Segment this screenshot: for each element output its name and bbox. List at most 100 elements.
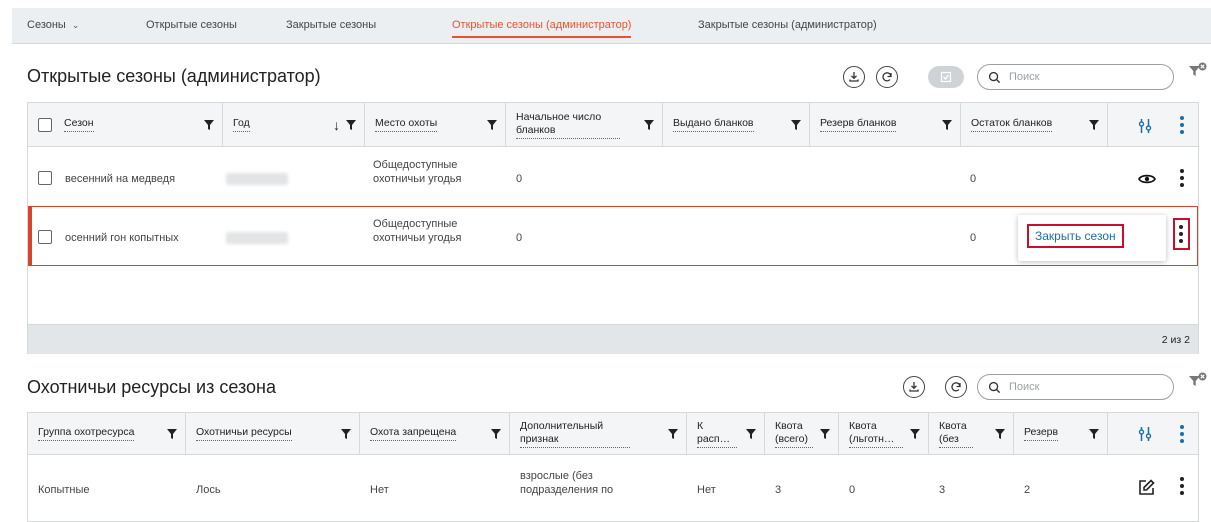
filter-icon[interactable]: [1089, 119, 1099, 130]
seasons-panel-title: Открытые сезоны (администратор): [27, 66, 321, 86]
filter-icon[interactable]: [820, 428, 830, 439]
tab-open-seasons-admin[interactable]: Открытые сезоны (администратор): [452, 8, 632, 44]
filter-icon[interactable]: [487, 119, 497, 130]
check-icon: [940, 71, 952, 83]
filter-icon[interactable]: [1089, 428, 1099, 439]
cell-place: Общедоступные охотничьи угодья: [373, 159, 462, 185]
col-season-label: Сезон: [64, 117, 94, 132]
filter-icon[interactable]: [341, 428, 351, 439]
cell-place: Общедоступные охотничьи угодья: [373, 218, 462, 244]
cell-season: осенний гон копытных: [65, 232, 179, 244]
row-checkbox[interactable]: [38, 171, 52, 185]
filter-clear-icon[interactable]: [1188, 372, 1208, 390]
row-checkbox[interactable]: [38, 230, 52, 244]
filter-icon[interactable]: [746, 428, 756, 439]
filter-icon[interactable]: [346, 119, 356, 130]
refresh-button[interactable]: [876, 66, 898, 88]
resources-search[interactable]: [977, 374, 1174, 400]
cell-quota-without: 3: [939, 484, 946, 496]
download-icon: [849, 72, 859, 82]
col-to-distribute-label: К расп…: [697, 420, 737, 448]
col-issued-blanks-label: Выдано бланков: [673, 117, 754, 132]
pagination-count: 2 из 2: [1161, 334, 1190, 346]
col-year[interactable]: Год ↓: [223, 103, 365, 146]
col-place[interactable]: Место охоты: [365, 103, 506, 146]
col-extra-attribute-label: Дополнительный признак: [520, 420, 630, 448]
col-season[interactable]: Сезон: [28, 103, 223, 146]
col-remaining-blanks[interactable]: Остаток бланков: [961, 103, 1108, 146]
cell-to-distribute: Нет: [697, 484, 716, 496]
filter-icon[interactable]: [942, 119, 952, 130]
more-vert-icon[interactable]: [1180, 477, 1184, 495]
filter-icon[interactable]: [644, 119, 654, 130]
more-vert-icon[interactable]: [1180, 169, 1184, 187]
filter-icon[interactable]: [910, 428, 920, 439]
cell-year-blurred: [226, 232, 288, 244]
cell-resource-group: Копытные: [38, 484, 90, 496]
refresh-icon: [882, 72, 892, 82]
filter-icon[interactable]: [204, 119, 214, 130]
col-quota-without[interactable]: Квота (без: [929, 413, 1014, 454]
cell-remaining-blanks: 0: [970, 232, 977, 244]
refresh-button[interactable]: [945, 376, 967, 398]
col-hunting-resources-label: Охотничьи ресурсы: [196, 426, 292, 441]
col-place-label: Место охоты: [375, 117, 438, 132]
col-quota-total[interactable]: Квота (всего): [765, 413, 839, 454]
edit-icon[interactable]: [1138, 479, 1155, 496]
column-settings-icon[interactable]: [1138, 119, 1152, 133]
resources-search-input[interactable]: [1009, 381, 1129, 393]
more-vert-icon[interactable]: [1179, 225, 1183, 243]
filter-icon[interactable]: [167, 428, 177, 439]
col-actions: [1108, 103, 1200, 146]
sort-down-icon[interactable]: ↓: [333, 117, 340, 133]
filter-icon[interactable]: [668, 428, 678, 439]
seasons-table: Сезон Год ↓ Место охоты Начальное число …: [27, 102, 1199, 354]
col-resource-group[interactable]: Группа охотресурса: [28, 413, 186, 454]
col-issued-blanks[interactable]: Выдано бланков: [663, 103, 810, 146]
column-settings-icon[interactable]: [1138, 427, 1152, 441]
download-button[interactable]: [843, 66, 865, 88]
select-all-checkbox[interactable]: [38, 117, 52, 132]
tab-closed-seasons-admin[interactable]: Закрытые сезоны (администратор): [698, 8, 877, 44]
cell-season: весенний на медведя: [65, 173, 176, 185]
col-hunting-resources[interactable]: Охотничьи ресурсы: [186, 413, 360, 454]
col-year-label: Год: [233, 117, 250, 132]
tab-seasons-dropdown[interactable]: Сезоны ⌄: [27, 8, 79, 44]
resources-table: Группа охотресурса Охотничьи ресурсы Охо…: [27, 412, 1199, 522]
more-vert-icon[interactable]: [1180, 116, 1184, 134]
seasons-search[interactable]: [977, 64, 1174, 90]
col-to-distribute[interactable]: К расп…: [687, 413, 765, 454]
filter-icon[interactable]: [491, 428, 501, 439]
download-button[interactable]: [903, 376, 925, 398]
cell-quota-preferential: 0: [849, 484, 856, 496]
col-extra-attribute[interactable]: Дополнительный признак: [510, 413, 687, 454]
col-quota-preferential[interactable]: Квота (льготн…: [839, 413, 929, 454]
seasons-search-input[interactable]: [1009, 71, 1129, 83]
col-hunting-forbidden-label: Охота запрещена: [370, 426, 457, 441]
close-season-menu-item[interactable]: Закрыть сезон: [1027, 224, 1124, 248]
col-reserve[interactable]: Резерв: [1014, 413, 1108, 454]
cell-remaining-blanks: 0: [970, 173, 977, 185]
row-divider: [28, 206, 1198, 207]
col-quota-without-label: Квота (без: [939, 420, 973, 448]
col-remaining-blanks-label: Остаток бланков: [971, 117, 1053, 132]
search-icon: [988, 381, 1001, 393]
filter-icon[interactable]: [791, 119, 801, 130]
col-resource-group-label: Группа охотресурса: [38, 426, 135, 441]
chevron-down-icon: ⌄: [71, 20, 80, 30]
more-vert-icon[interactable]: [1180, 425, 1184, 443]
search-icon: [988, 71, 1001, 83]
col-initial-blanks[interactable]: Начальное число бланков: [506, 103, 663, 146]
cell-hunting-forbidden: Нет: [370, 484, 389, 496]
confirm-button[interactable]: [928, 66, 964, 88]
col-initial-blanks-label: Начальное число бланков: [516, 111, 620, 139]
col-actions: [1108, 413, 1200, 454]
cell-extra-attribute: взрослые (без подразделения по: [520, 470, 614, 496]
col-reserve-blanks[interactable]: Резерв бланков: [810, 103, 961, 146]
col-hunting-forbidden[interactable]: Охота запрещена: [360, 413, 510, 454]
eye-icon[interactable]: [1138, 173, 1156, 185]
filter-clear-icon[interactable]: [1188, 62, 1208, 80]
filter-icon[interactable]: [995, 428, 1005, 439]
tab-closed-seasons[interactable]: Закрытые сезоны: [286, 8, 376, 44]
tab-open-seasons[interactable]: Открытые сезоны: [146, 8, 237, 44]
